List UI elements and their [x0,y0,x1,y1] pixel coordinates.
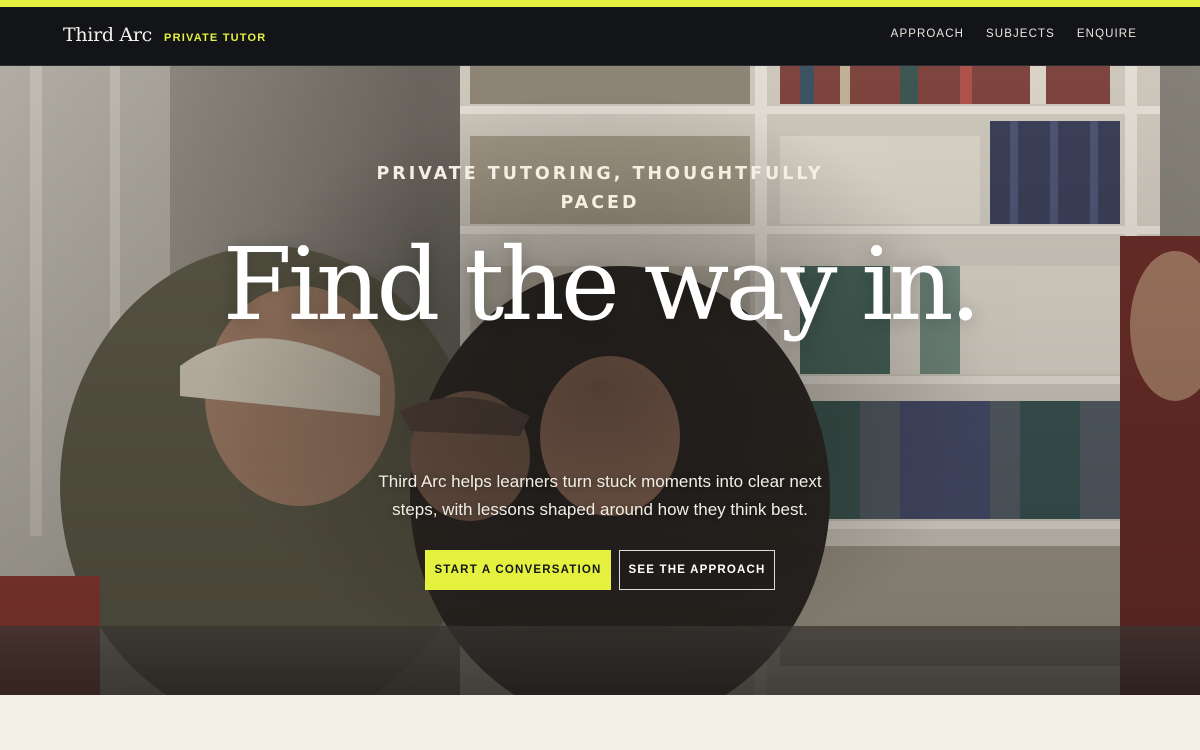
hero-eyebrow: PRIVATE TUTORING, THOUGHTFULLY PACED [376,164,824,213]
top-accent-stripe [0,0,1200,7]
brand-name: Third Arc [63,24,153,46]
hero-lede: Third Arc helps learners turn stuck mome… [378,472,822,519]
main-nav: APPROACH SUBJECTS ENQUIRE [891,28,1137,40]
brand-logo-link[interactable]: Third Arc PRIVATE TUTOR [63,24,266,46]
site-header: Third Arc PRIVATE TUTOR APPROACH SUBJECT… [0,7,1200,66]
brand-tagline: PRIVATE TUTOR [164,32,267,44]
hero-section: PRIVATE TUTORING, THOUGHTFULLY PACED Fin… [0,66,1200,695]
hero-headline: Find the way in. [222,226,982,343]
nav-link-approach[interactable]: APPROACH [891,28,964,40]
hero-cta-row: START A CONVERSATION SEE THE APPROACH [425,550,775,590]
hero-content: PRIVATE TUTORING, THOUGHTFULLY PACED Fin… [0,66,1200,695]
see-approach-button[interactable]: SEE THE APPROACH [619,550,775,590]
nav-link-subjects[interactable]: SUBJECTS [986,28,1055,40]
nav-link-enquire[interactable]: ENQUIRE [1077,28,1137,40]
below-hero-section [0,695,1200,750]
start-conversation-button[interactable]: START A CONVERSATION [425,550,611,590]
